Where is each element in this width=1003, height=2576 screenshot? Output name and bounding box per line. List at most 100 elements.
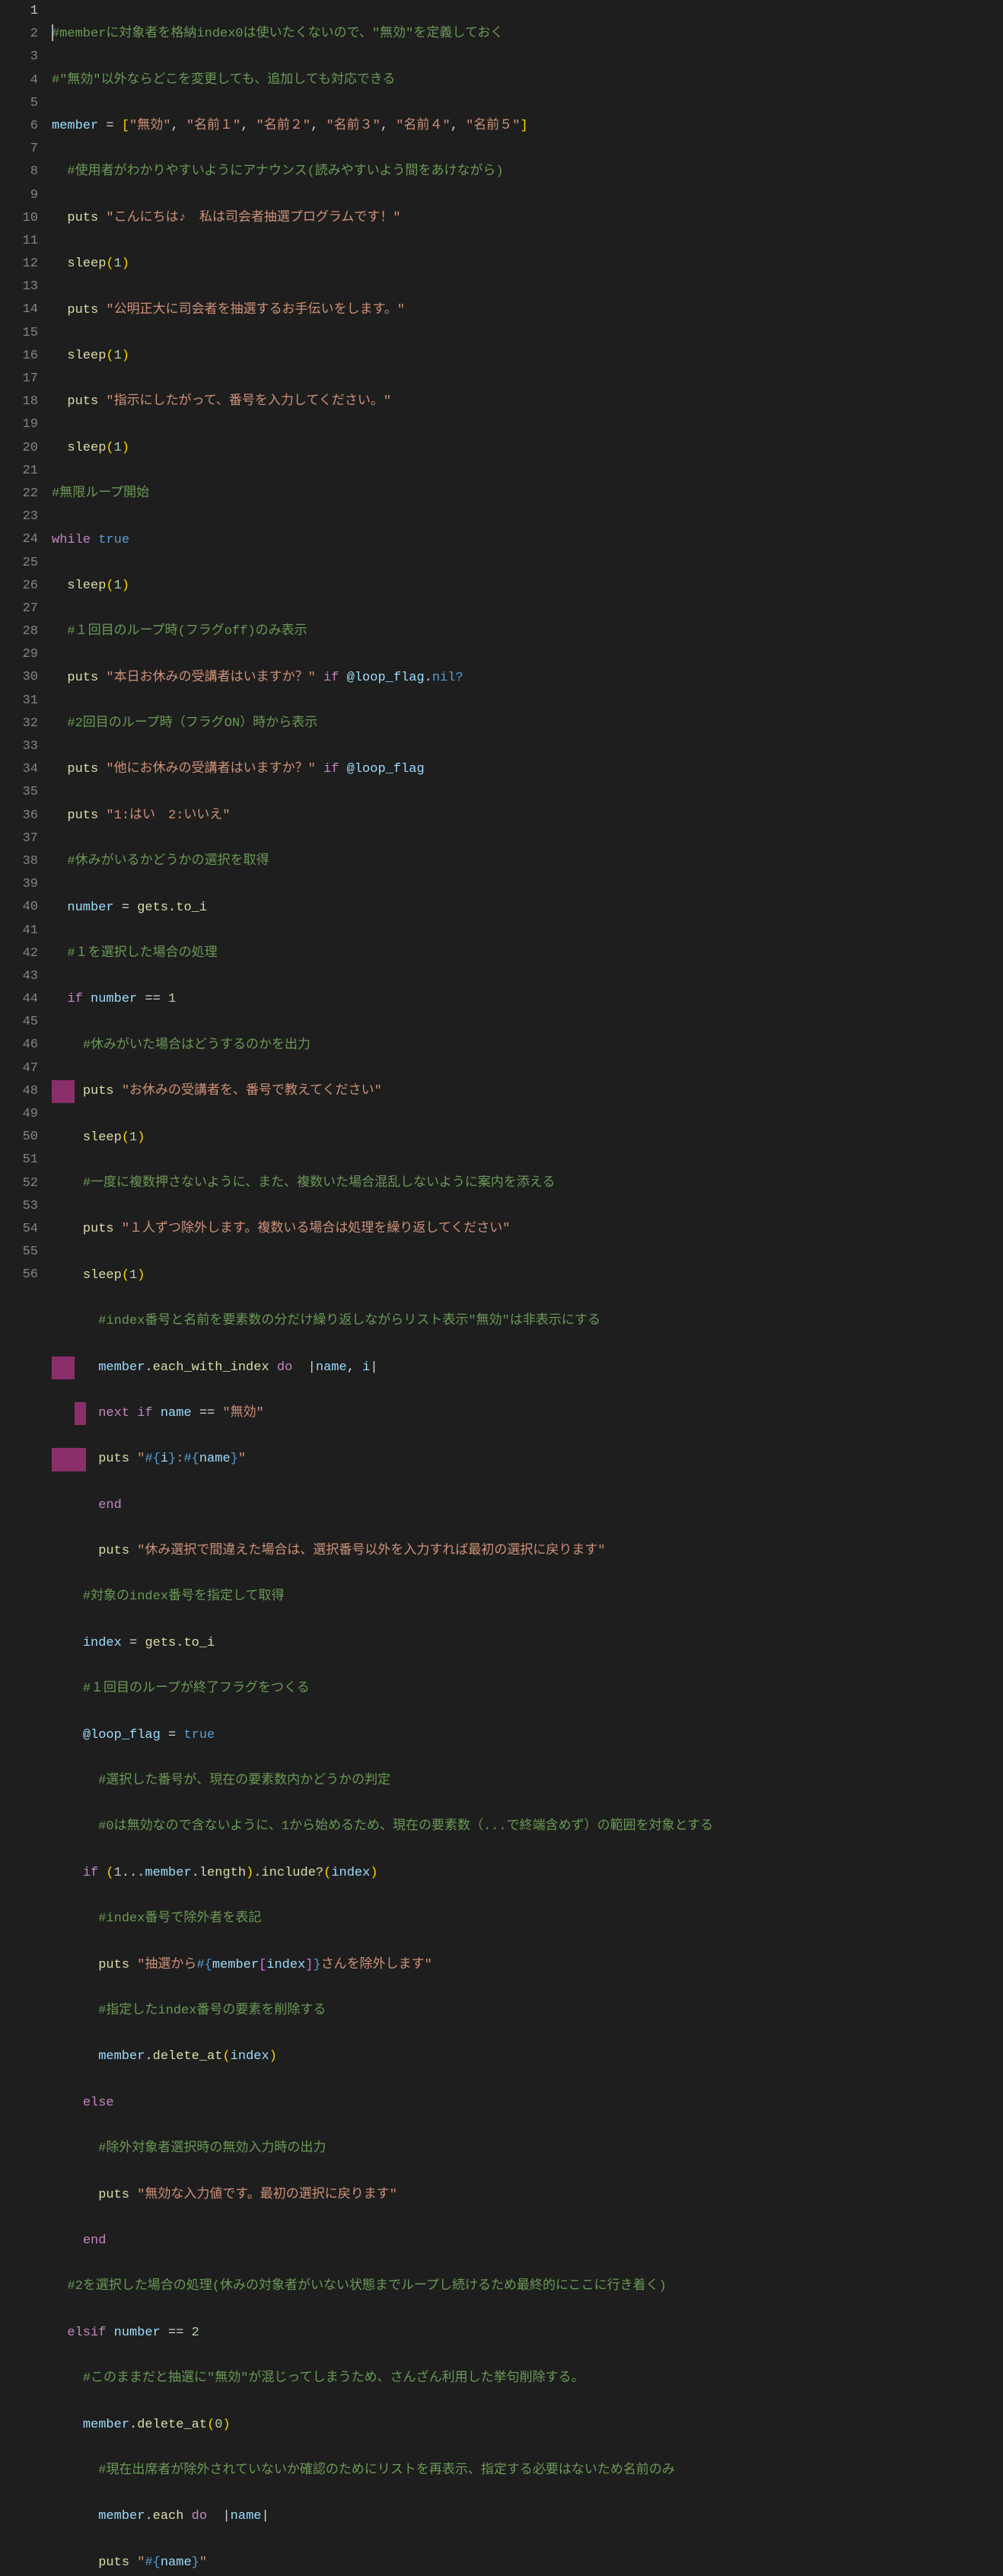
punc: | xyxy=(300,1360,315,1375)
interp: #{ xyxy=(196,1958,212,1972)
code-line[interactable]: end xyxy=(52,1494,995,1517)
code-line[interactable]: index = gets.to_i xyxy=(52,1632,995,1655)
code-line[interactable]: puts "公明正大に司会者を抽選するお手伝いをします。" xyxy=(52,299,995,322)
operator: ... xyxy=(122,1866,145,1880)
interp: #{ xyxy=(145,1452,160,1466)
identifier: member xyxy=(98,2509,145,2523)
code-line[interactable]: #index番号で除外者を表記 xyxy=(52,1908,995,1930)
code-line[interactable]: #index番号と名前を要素数の分だけ繰り返しながらリスト表示"無効"は非表示に… xyxy=(52,1310,995,1333)
code-line[interactable]: sleep(1) xyxy=(52,1127,995,1149)
code-line[interactable]: if (1...member.length).include?(index) xyxy=(52,1862,995,1885)
comment: #"無効"以外ならどこを変更しても、追加しても対応できる xyxy=(52,73,396,88)
paren: ( xyxy=(207,2418,215,2432)
code-line[interactable]: member.each_with_index do |name, i| xyxy=(52,1357,995,1379)
func: puts xyxy=(98,2188,129,2202)
code-line[interactable]: #休みがいるかどうかの選択を取得 xyxy=(52,850,995,873)
code-line[interactable]: #１を選択した場合の処理 xyxy=(52,942,995,965)
line-number: 50 xyxy=(8,1126,38,1149)
number: 2 xyxy=(192,2326,199,2340)
code-line[interactable]: elsif number == 2 xyxy=(52,2322,995,2345)
code-line[interactable]: #"無効"以外ならどこを変更しても、追加しても対応できる xyxy=(52,69,995,92)
string: "無効" xyxy=(129,119,170,133)
code-line[interactable]: number = gets.to_i xyxy=(52,897,995,920)
code-line[interactable]: puts "休み選択で間違えた場合は、選択番号以外を入力すれば最初の選択に戻りま… xyxy=(52,1540,995,1563)
code-line[interactable]: member.each do |name| xyxy=(52,2505,995,2528)
code-line[interactable]: #休みがいた場合はどうするのかを出力 xyxy=(52,1035,995,1057)
code-line[interactable]: puts "こんにちは♪ 私は司会者抽選プログラムです！" xyxy=(52,207,995,230)
code-line[interactable]: else xyxy=(52,2092,995,2115)
comment: #無限ループ開始 xyxy=(52,486,149,501)
paren: ) xyxy=(370,1866,377,1880)
code-line[interactable]: #0は無効なので含ないように、1から始めるため、現在の要素数（...で終端含めず… xyxy=(52,1816,995,1838)
keyword: if xyxy=(323,762,339,776)
bracket: [ xyxy=(122,119,129,133)
code-line[interactable]: #使用者がわかりやすいようにアナウンス(読みやすいよう間をあけながら) xyxy=(52,161,995,183)
line-number: 33 xyxy=(8,735,38,758)
code-line[interactable]: #１回目のループが終了フラグをつくる xyxy=(52,1678,995,1701)
diff-highlight xyxy=(52,1080,75,1103)
code-line[interactable]: puts "無効な入力値です。最初の選択に戻ります" xyxy=(52,2184,995,2207)
bracket: ] xyxy=(521,119,528,133)
code-line[interactable]: while true xyxy=(52,529,995,552)
code-line[interactable]: #１回目のループ時(フラグoff)のみ表示 xyxy=(52,620,995,643)
code-line[interactable]: puts "他にお休みの受講者はいますか？" if @loop_flag xyxy=(52,758,995,781)
code-line[interactable]: #このままだと抽選に"無効"が混じってしまうため、さんざん利用した挙句削除する。 xyxy=(52,2367,995,2390)
code-line[interactable]: #無限ループ開始 xyxy=(52,483,995,505)
code-line[interactable]: puts "１人ずつ除外します。複数いる場合は処理を繰り返してください" xyxy=(52,1218,995,1241)
line-number: 49 xyxy=(8,1103,38,1126)
keyword: if xyxy=(67,992,82,1006)
code-line[interactable]: #選択した番号が、現在の要素数内かどうかの判定 xyxy=(52,1770,995,1793)
identifier: name xyxy=(199,1452,231,1466)
string: " xyxy=(199,2555,207,2570)
variable: @loop_flag xyxy=(339,762,424,776)
code-line[interactable]: #memberに対象者を格納index0は使いたくないので、"無効"を定義してお… xyxy=(52,23,995,46)
string: "他にお休みの受講者はいますか？" xyxy=(98,762,323,776)
code-line[interactable]: puts "#{name}" xyxy=(52,2552,995,2574)
punc: . xyxy=(129,2418,137,2432)
code-line[interactable]: end xyxy=(52,2230,995,2252)
code-line[interactable]: puts "お休みの受講者を、番号で教えてください" xyxy=(52,1080,995,1103)
code-line[interactable]: puts "指示にしたがって、番号を入力してください。" xyxy=(52,391,995,413)
line-number: 22 xyxy=(8,483,38,505)
code-line[interactable]: #指定したindex番号の要素を削除する xyxy=(52,2000,995,2023)
code-line[interactable]: puts "1:はい 2:いいえ" xyxy=(52,805,995,827)
code-line[interactable]: @loop_flag = true xyxy=(52,1724,995,1747)
code-line[interactable]: #2回目のループ時（フラグON）時から表示 xyxy=(52,713,995,735)
code-line[interactable]: member = ["無効", "名前１", "名前２", "名前３", "名前… xyxy=(52,115,995,138)
code-line[interactable]: member.delete_at(0) xyxy=(52,2414,995,2437)
identifier: name xyxy=(316,1360,347,1375)
code-line[interactable]: if number == 1 xyxy=(52,988,995,1011)
code-line[interactable]: #現在出席者が除外されていないか確認のためにリストを再表示、指定する必要はないた… xyxy=(52,2460,995,2482)
string: : xyxy=(176,1452,183,1466)
code-editor[interactable]: 1 2 3 4 5 6 7 8 9 10 11 12 13 14 15 16 1… xyxy=(0,0,1003,2576)
code-line[interactable]: sleep(1) xyxy=(52,253,995,276)
code-line[interactable]: puts "抽選から#{member[index]}さんを除外します" xyxy=(52,1954,995,1977)
code-line[interactable]: sleep(1) xyxy=(52,575,995,598)
code-line[interactable]: puts "#{i}:#{name}" xyxy=(52,1448,995,1471)
code-line[interactable]: #2を選択した場合の処理(休みの対象者がいない状態までループし続けるため最終的に… xyxy=(52,2275,995,2298)
line-number: 45 xyxy=(8,1011,38,1034)
code-line[interactable]: puts "本日お休みの受講者はいますか？" if @loop_flag.nil… xyxy=(52,667,995,690)
identifier: name xyxy=(153,1406,192,1420)
code-line[interactable]: #一度に複数押さないように、また、複数いた場合混乱しないように案内を添える xyxy=(52,1172,995,1195)
number: 1 xyxy=(114,349,122,363)
operator: == xyxy=(192,1406,223,1420)
keyword: if xyxy=(323,671,339,685)
code-line[interactable]: sleep(1) xyxy=(52,345,995,368)
code-line[interactable]: sleep(1) xyxy=(52,1264,995,1287)
code-area[interactable]: #memberに対象者を格納index0は使いたくないので、"無効"を定義してお… xyxy=(52,0,1003,2576)
const: true xyxy=(91,533,129,547)
line-number: 35 xyxy=(8,781,38,804)
func: puts xyxy=(83,1222,114,1236)
code-line[interactable]: #除外対象者選択時の無効入力時の出力 xyxy=(52,2138,995,2160)
comment: #１を選択した場合の処理 xyxy=(67,946,217,961)
operator: = xyxy=(122,1636,145,1650)
line-number: 2 xyxy=(8,23,38,46)
code-line[interactable]: #対象のindex番号を指定して取得 xyxy=(52,1586,995,1608)
comment: #対象のindex番号を指定して取得 xyxy=(83,1589,285,1604)
identifier: member xyxy=(83,2418,129,2432)
code-line[interactable]: next if name == "無効" xyxy=(52,1402,995,1425)
line-number: 48 xyxy=(8,1080,38,1103)
code-line[interactable]: member.delete_at(index) xyxy=(52,2045,995,2068)
code-line[interactable]: sleep(1) xyxy=(52,437,995,460)
